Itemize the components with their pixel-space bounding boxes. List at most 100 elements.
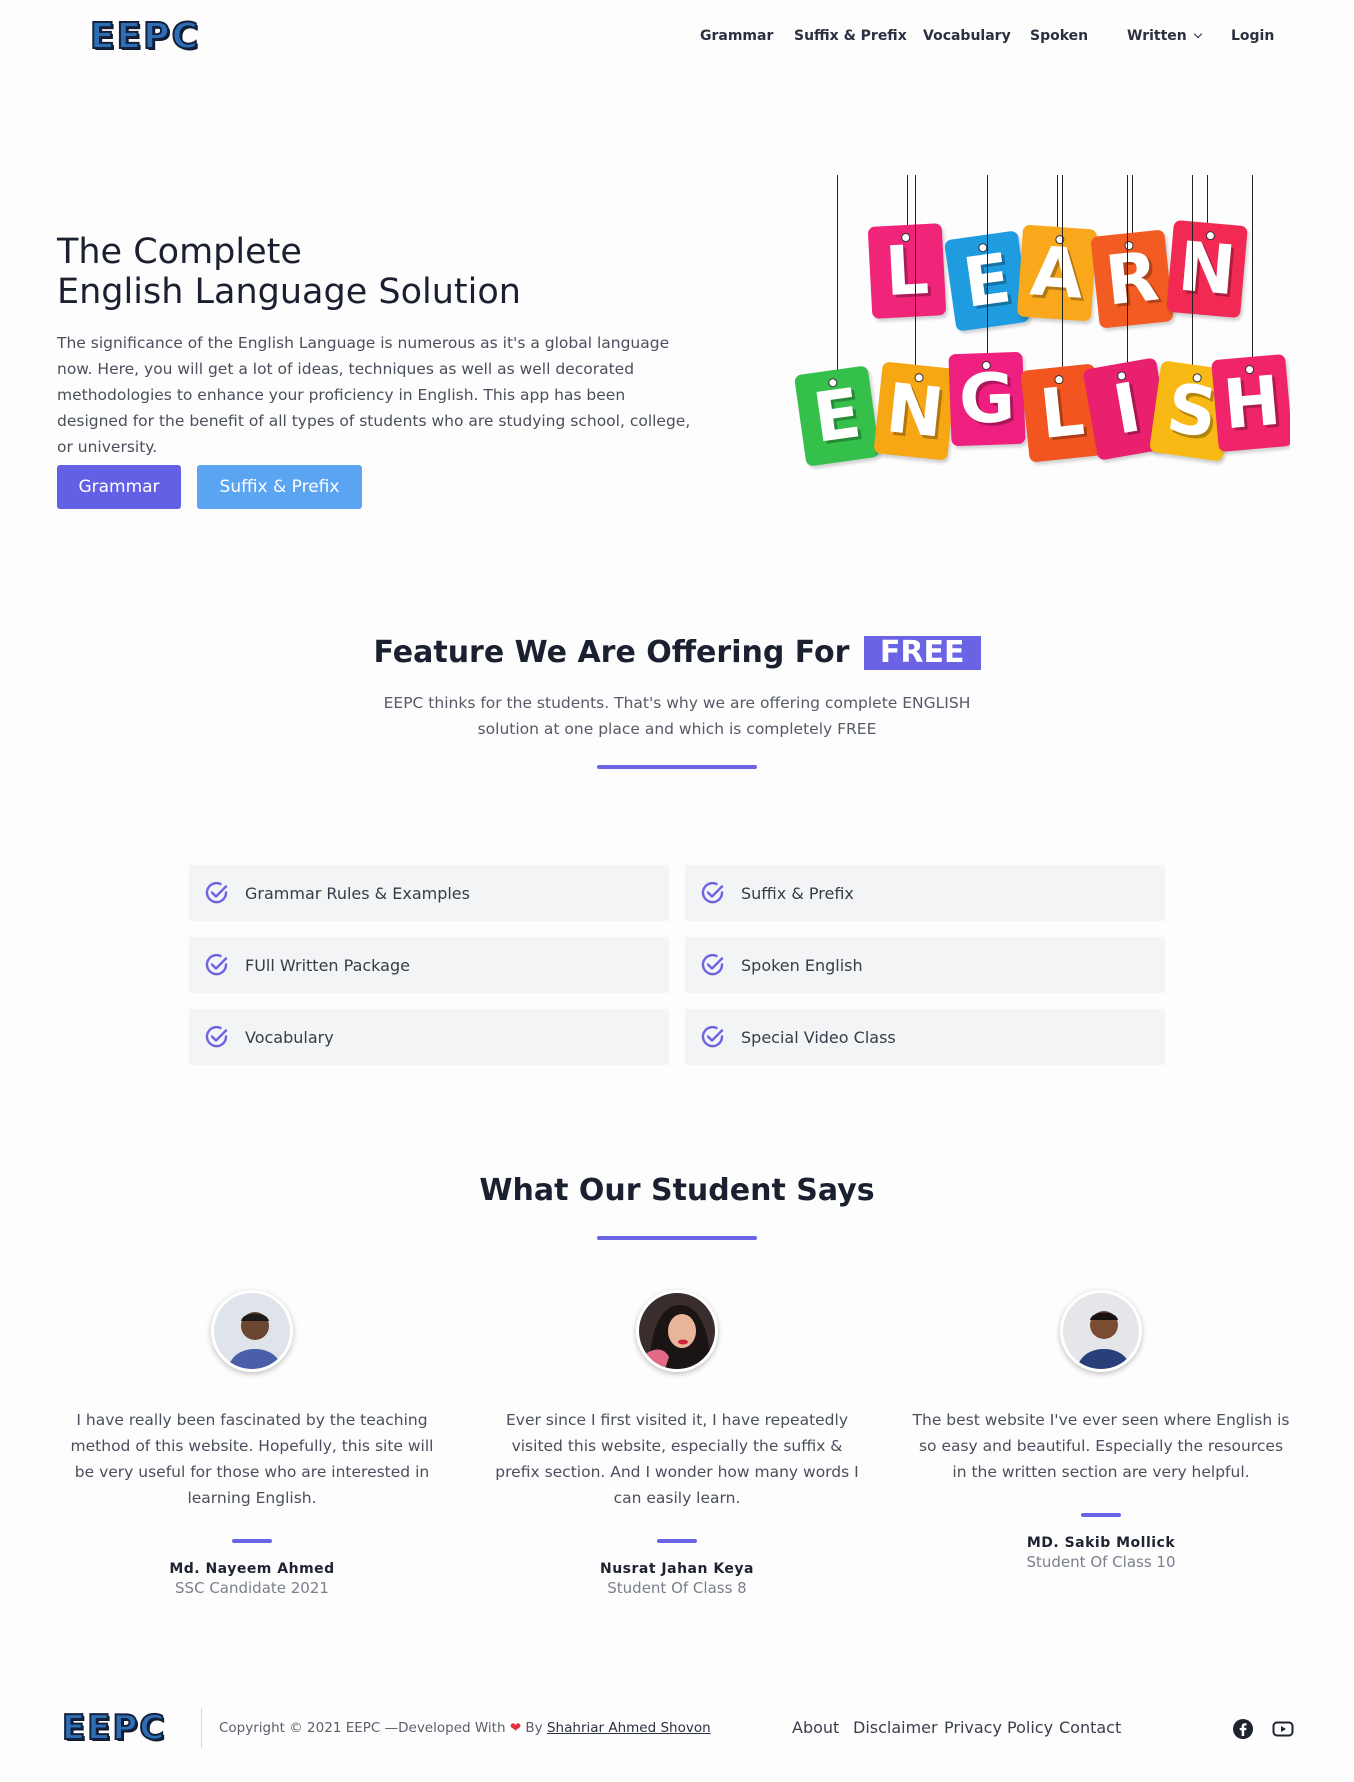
tile-string: [987, 175, 989, 363]
footer-divider: [201, 1708, 202, 1748]
testimonials-heading: What Our Student Says: [479, 1173, 875, 1208]
testimonial-name: Md. Nayeem Ahmed: [169, 1561, 335, 1577]
letter-tile-english: E: [793, 365, 881, 467]
site-header: EEPC Grammar Suffix & Prefix Vocabulary …: [0, 0, 1354, 76]
letter-tile-learn: R: [1090, 229, 1174, 329]
feature-label: Special Video Class: [741, 1027, 896, 1047]
testimonial-divider: [1081, 1513, 1121, 1517]
copyright-text: Copyright © 2021 EEPC —Developed With ❤ …: [219, 1720, 711, 1736]
hero-title-line1: The Complete: [57, 232, 302, 272]
testimonial-quote: I have really been fascinated by the tea…: [70, 1411, 434, 1507]
footer-logo[interactable]: EEPC: [61, 1707, 166, 1749]
tile-letter: N: [1175, 227, 1239, 311]
nav-suffix-prefix[interactable]: Suffix & Prefix: [794, 28, 907, 44]
check-circle-icon: [205, 881, 228, 904]
nav-login[interactable]: Login: [1231, 28, 1274, 44]
letter-tile-english: N: [873, 361, 957, 461]
avatar: [211, 1290, 293, 1372]
tile-string: [1062, 175, 1064, 377]
hero-title-line2: English Language Solution: [57, 272, 521, 312]
testimonial-role: SSC Candidate 2021: [175, 1579, 329, 1597]
feature-card: Grammar Rules & Examples: [189, 865, 669, 921]
tile-letter: I: [1107, 367, 1147, 451]
chevron-down-icon: [1193, 29, 1202, 39]
tile-string: [837, 175, 839, 380]
check-circle-icon: [701, 1025, 724, 1048]
feature-label: Spoken English: [741, 955, 863, 975]
feature-card: Special Video Class: [685, 1009, 1165, 1065]
testimonial-role: Student Of Class 8: [607, 1579, 747, 1597]
copyright-label: Copyright © 2021 EEPC —Developed With: [219, 1720, 506, 1736]
tile-letter: E: [808, 373, 866, 459]
testimonial-card: I have really been fascinated by the tea…: [62, 1290, 442, 1597]
tile-letter: R: [1101, 236, 1163, 322]
avatar: [636, 1290, 718, 1372]
tile-hole: [981, 360, 991, 371]
tile-hole: [1244, 364, 1254, 375]
footer-link-disclaimer[interactable]: Disclaimer: [853, 1718, 938, 1737]
features-heading-text: Feature We Are Offering For: [373, 635, 850, 670]
tile-hole: [900, 232, 910, 243]
letter-tile-learn: A: [1016, 224, 1098, 322]
feature-card: Vocabulary: [189, 1009, 669, 1065]
learn-english-illustration: LEARNENGLISH: [790, 175, 1290, 505]
by-label: By: [525, 1720, 543, 1736]
tile-letter: L: [1036, 371, 1088, 455]
testimonial-name: MD. Sakib Mollick: [1026, 1535, 1176, 1551]
check-circle-icon: [701, 881, 724, 904]
tile-letter: G: [957, 358, 1017, 440]
feature-label: Suffix & Prefix: [741, 883, 854, 903]
feature-label: Vocabulary: [245, 1027, 334, 1047]
check-circle-icon: [205, 953, 228, 976]
letter-tile-english: H: [1211, 353, 1290, 453]
tile-string: [1252, 175, 1254, 367]
feature-card: Suffix & Prefix: [685, 865, 1165, 921]
testimonial-card: The best website I've ever seen where En…: [911, 1290, 1291, 1571]
testimonial-divider: [657, 1539, 697, 1543]
tile-string: [915, 175, 917, 375]
tile-letter: N: [882, 368, 948, 454]
tile-letter: A: [1027, 231, 1087, 315]
hero-title: The Complete English Language Solution: [57, 232, 521, 312]
author-link[interactable]: Shahriar Ahmed Shovon: [547, 1720, 711, 1736]
check-circle-icon: [205, 1025, 228, 1048]
footer-link-about[interactable]: About: [792, 1718, 839, 1737]
feature-card: FUll Written Package: [189, 937, 669, 993]
nav-spoken[interactable]: Spoken: [1030, 28, 1088, 44]
tile-hole: [913, 372, 924, 383]
testimonial-name: Nusrat Jahan Keya: [599, 1561, 755, 1577]
testimonial-quote: The best website I've ever seen where En…: [912, 1411, 1290, 1481]
feature-card: Spoken English: [685, 937, 1165, 993]
footer-link-contact[interactable]: Contact: [1059, 1718, 1121, 1737]
facebook-icon[interactable]: [1232, 1718, 1254, 1740]
feature-label: FUll Written Package: [245, 955, 410, 975]
features-heading: Feature We Are Offering For FREE: [0, 635, 1354, 670]
nav-grammar[interactable]: Grammar: [700, 28, 773, 44]
nav-written-label: Written: [1127, 28, 1187, 44]
tile-string: [1127, 175, 1129, 373]
feature-label: Grammar Rules & Examples: [245, 883, 470, 903]
section-divider: [597, 765, 757, 769]
testimonial-quote: Ever since I first visited it, I have re…: [495, 1411, 859, 1507]
main-nav: Grammar Suffix & Prefix Vocabulary Spoke…: [0, 28, 1354, 48]
tile-letter: H: [1220, 361, 1284, 445]
nav-vocabulary[interactable]: Vocabulary: [923, 28, 1011, 44]
hero-description: The significance of the English Language…: [57, 334, 691, 456]
nav-written-dropdown[interactable]: Written: [1127, 28, 1202, 44]
letter-tile-english: G: [948, 351, 1026, 447]
testimonial-role: Student Of Class 10: [1026, 1553, 1176, 1571]
youtube-icon[interactable]: [1272, 1718, 1294, 1740]
letter-tile-learn: N: [1166, 219, 1248, 319]
suffix-prefix-button[interactable]: Suffix & Prefix: [197, 465, 362, 509]
free-badge: FREE: [863, 636, 981, 670]
tile-letter: L: [883, 230, 931, 312]
avatar: [1060, 1290, 1142, 1372]
tile-hole: [1205, 230, 1215, 241]
features-subtitle: EEPC thinks for the students. That's why…: [383, 694, 971, 738]
tile-string: [1192, 175, 1194, 375]
testimonial-card: Ever since I first visited it, I have re…: [487, 1290, 867, 1597]
footer-link-privacy-policy[interactable]: Privacy Policy: [944, 1718, 1053, 1737]
section-divider: [597, 1236, 757, 1240]
heart-icon: ❤: [509, 1720, 522, 1736]
grammar-button[interactable]: Grammar: [57, 465, 181, 509]
